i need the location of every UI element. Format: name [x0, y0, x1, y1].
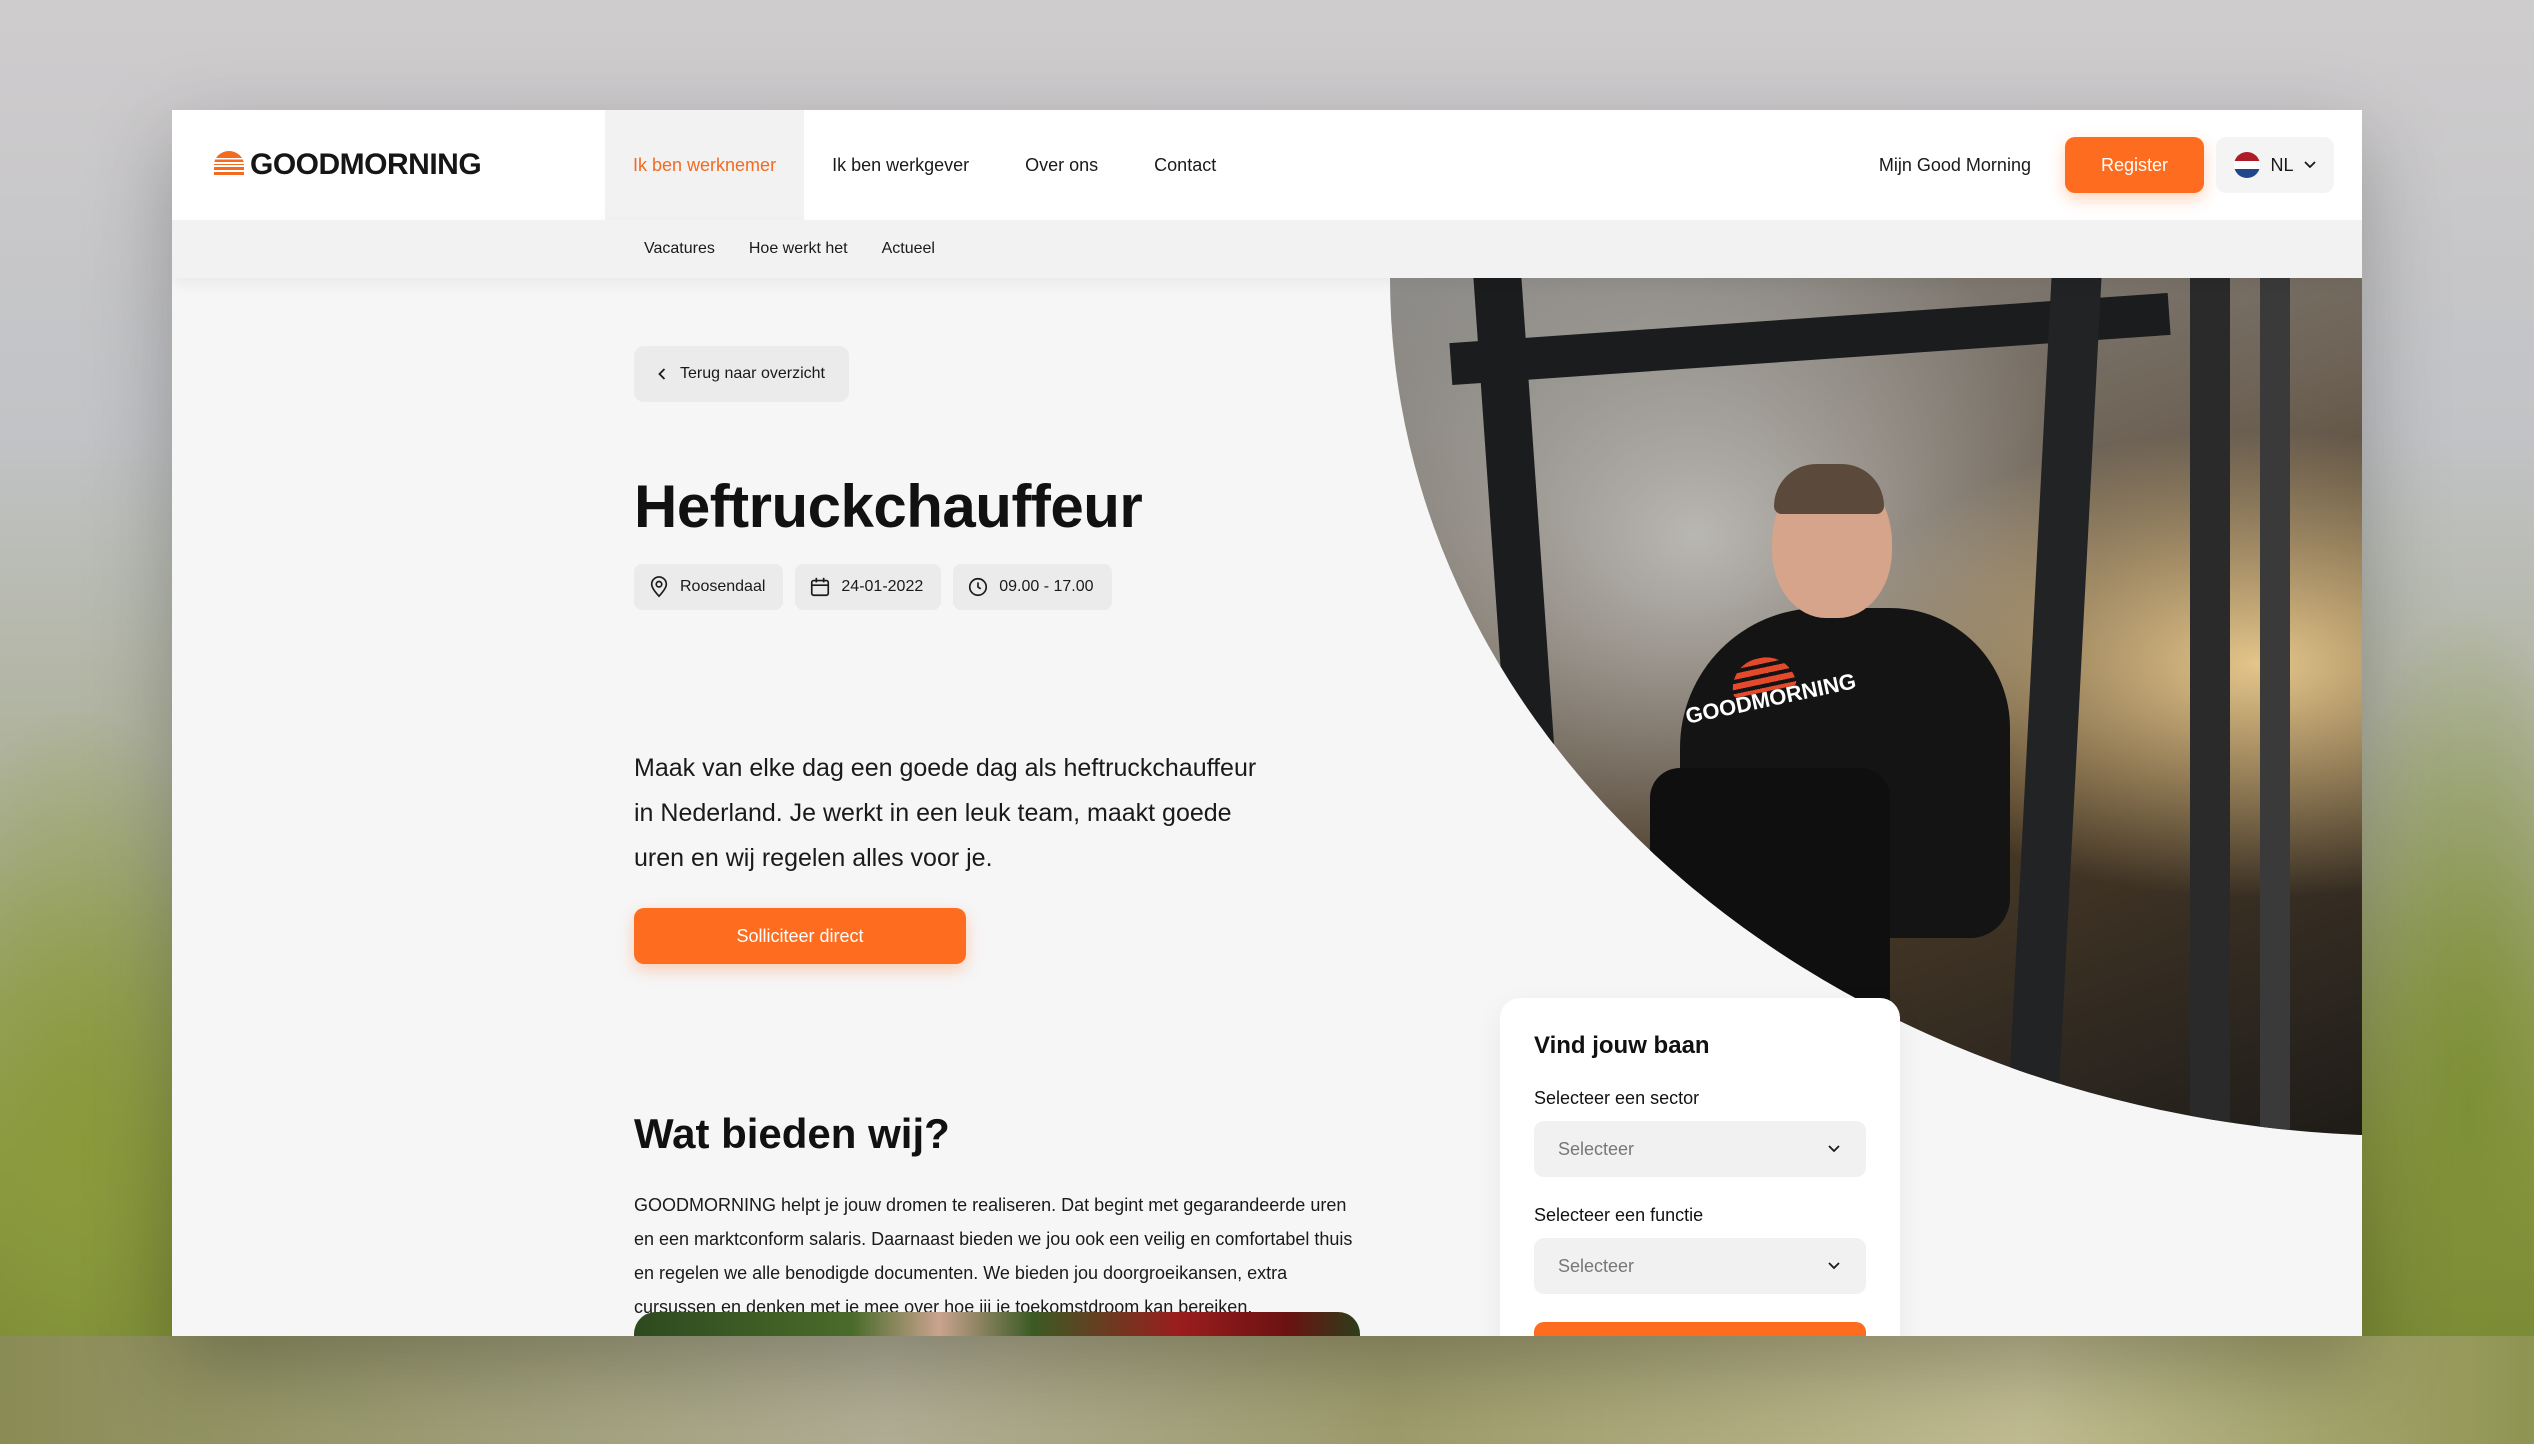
location-text: Roosendaal — [680, 578, 766, 595]
subnav-item-vacatures[interactable]: Vacatures — [644, 240, 715, 258]
page-title: Heftruckchauffeur — [634, 473, 1143, 540]
sector-placeholder: Selecteer — [1558, 1138, 1635, 1159]
date-text: 24-01-2022 — [841, 578, 924, 595]
site-header: GOODMORNING Ik ben werknemer Ik ben werk… — [172, 110, 2362, 220]
register-button[interactable]: Register — [2064, 137, 2204, 193]
find-job-title: Vind jouw baan — [1534, 1032, 1710, 1059]
logo[interactable]: GOODMORNING — [212, 148, 482, 182]
job-intro: Maak van elke dag een goede dag als heft… — [634, 754, 1257, 872]
subnav-item-hoe-werkt-het[interactable]: Hoe werkt het — [749, 240, 848, 258]
dutch-flag-icon — [2234, 152, 2261, 178]
account-link[interactable]: Mijn Good Morning — [1879, 155, 2031, 176]
date-chip: 24-01-2022 — [795, 564, 942, 610]
apply-button[interactable]: Solliciteer direct — [634, 908, 966, 964]
chevron-down-icon — [1828, 1262, 1840, 1270]
browser-page: GOODMORNING Ik ben werknemer Ik ben werk… — [172, 110, 2362, 1336]
map-pin-icon — [650, 576, 668, 598]
main-nav: Ik ben werknemer Ik ben werkgever Over o… — [605, 110, 1244, 220]
sector-select[interactable]: Selecteer — [1534, 1121, 1866, 1177]
content-photo — [634, 1312, 1360, 1336]
sunrise-logo-icon — [214, 151, 244, 175]
language-selector[interactable]: NL — [2216, 137, 2334, 193]
back-to-overview-button[interactable]: Terug naar overzicht — [634, 346, 849, 402]
language-label: NL — [2270, 154, 2294, 175]
find-job-submit-button[interactable] — [1534, 1322, 1866, 1336]
location-chip: Roosendaal — [634, 564, 784, 610]
function-label: Selecteer een functie — [1534, 1205, 1704, 1225]
clock-icon — [969, 577, 988, 597]
nav-item-over-ons[interactable]: Over ons — [997, 110, 1126, 220]
chevron-left-icon — [658, 368, 666, 380]
calendar-icon — [811, 577, 830, 597]
function-select[interactable]: Selecteer — [1534, 1238, 1866, 1294]
offer-heading: Wat bieden wij? — [634, 1110, 950, 1157]
nav-item-werknemer[interactable]: Ik ben werknemer — [605, 110, 805, 220]
background-bottom — [0, 1336, 2534, 1444]
sector-label: Selecteer een sector — [1534, 1088, 1700, 1108]
nav-item-werkgever[interactable]: Ik ben werkgever — [804, 110, 997, 220]
function-placeholder: Selecteer — [1558, 1255, 1635, 1276]
hours-chip: 09.00 - 17.00 — [953, 564, 1112, 610]
nav-item-contact[interactable]: Contact — [1126, 110, 1244, 220]
chevron-down-icon — [1828, 1145, 1840, 1153]
hours-text: 09.00 - 17.00 — [999, 578, 1094, 595]
back-label: Terug naar overzicht — [680, 365, 825, 382]
offer-body: GOODMORNING helpt je jouw dromen te real… — [634, 1195, 1353, 1317]
sub-nav: Vacatures Hoe werkt het Actueel — [172, 220, 2362, 278]
subnav-item-actueel[interactable]: Actueel — [882, 240, 935, 258]
header-actions: Mijn Good Morning Register NL — [1879, 136, 2334, 194]
job-meta: Roosendaal 24-01-2022 09.00 - 17.00 — [634, 564, 1112, 610]
logo-text: GOODMORNING — [250, 148, 482, 181]
find-job-card: Vind jouw baan Selecteer een sector Sele… — [1500, 998, 1900, 1336]
chevron-down-icon — [2303, 161, 2316, 169]
